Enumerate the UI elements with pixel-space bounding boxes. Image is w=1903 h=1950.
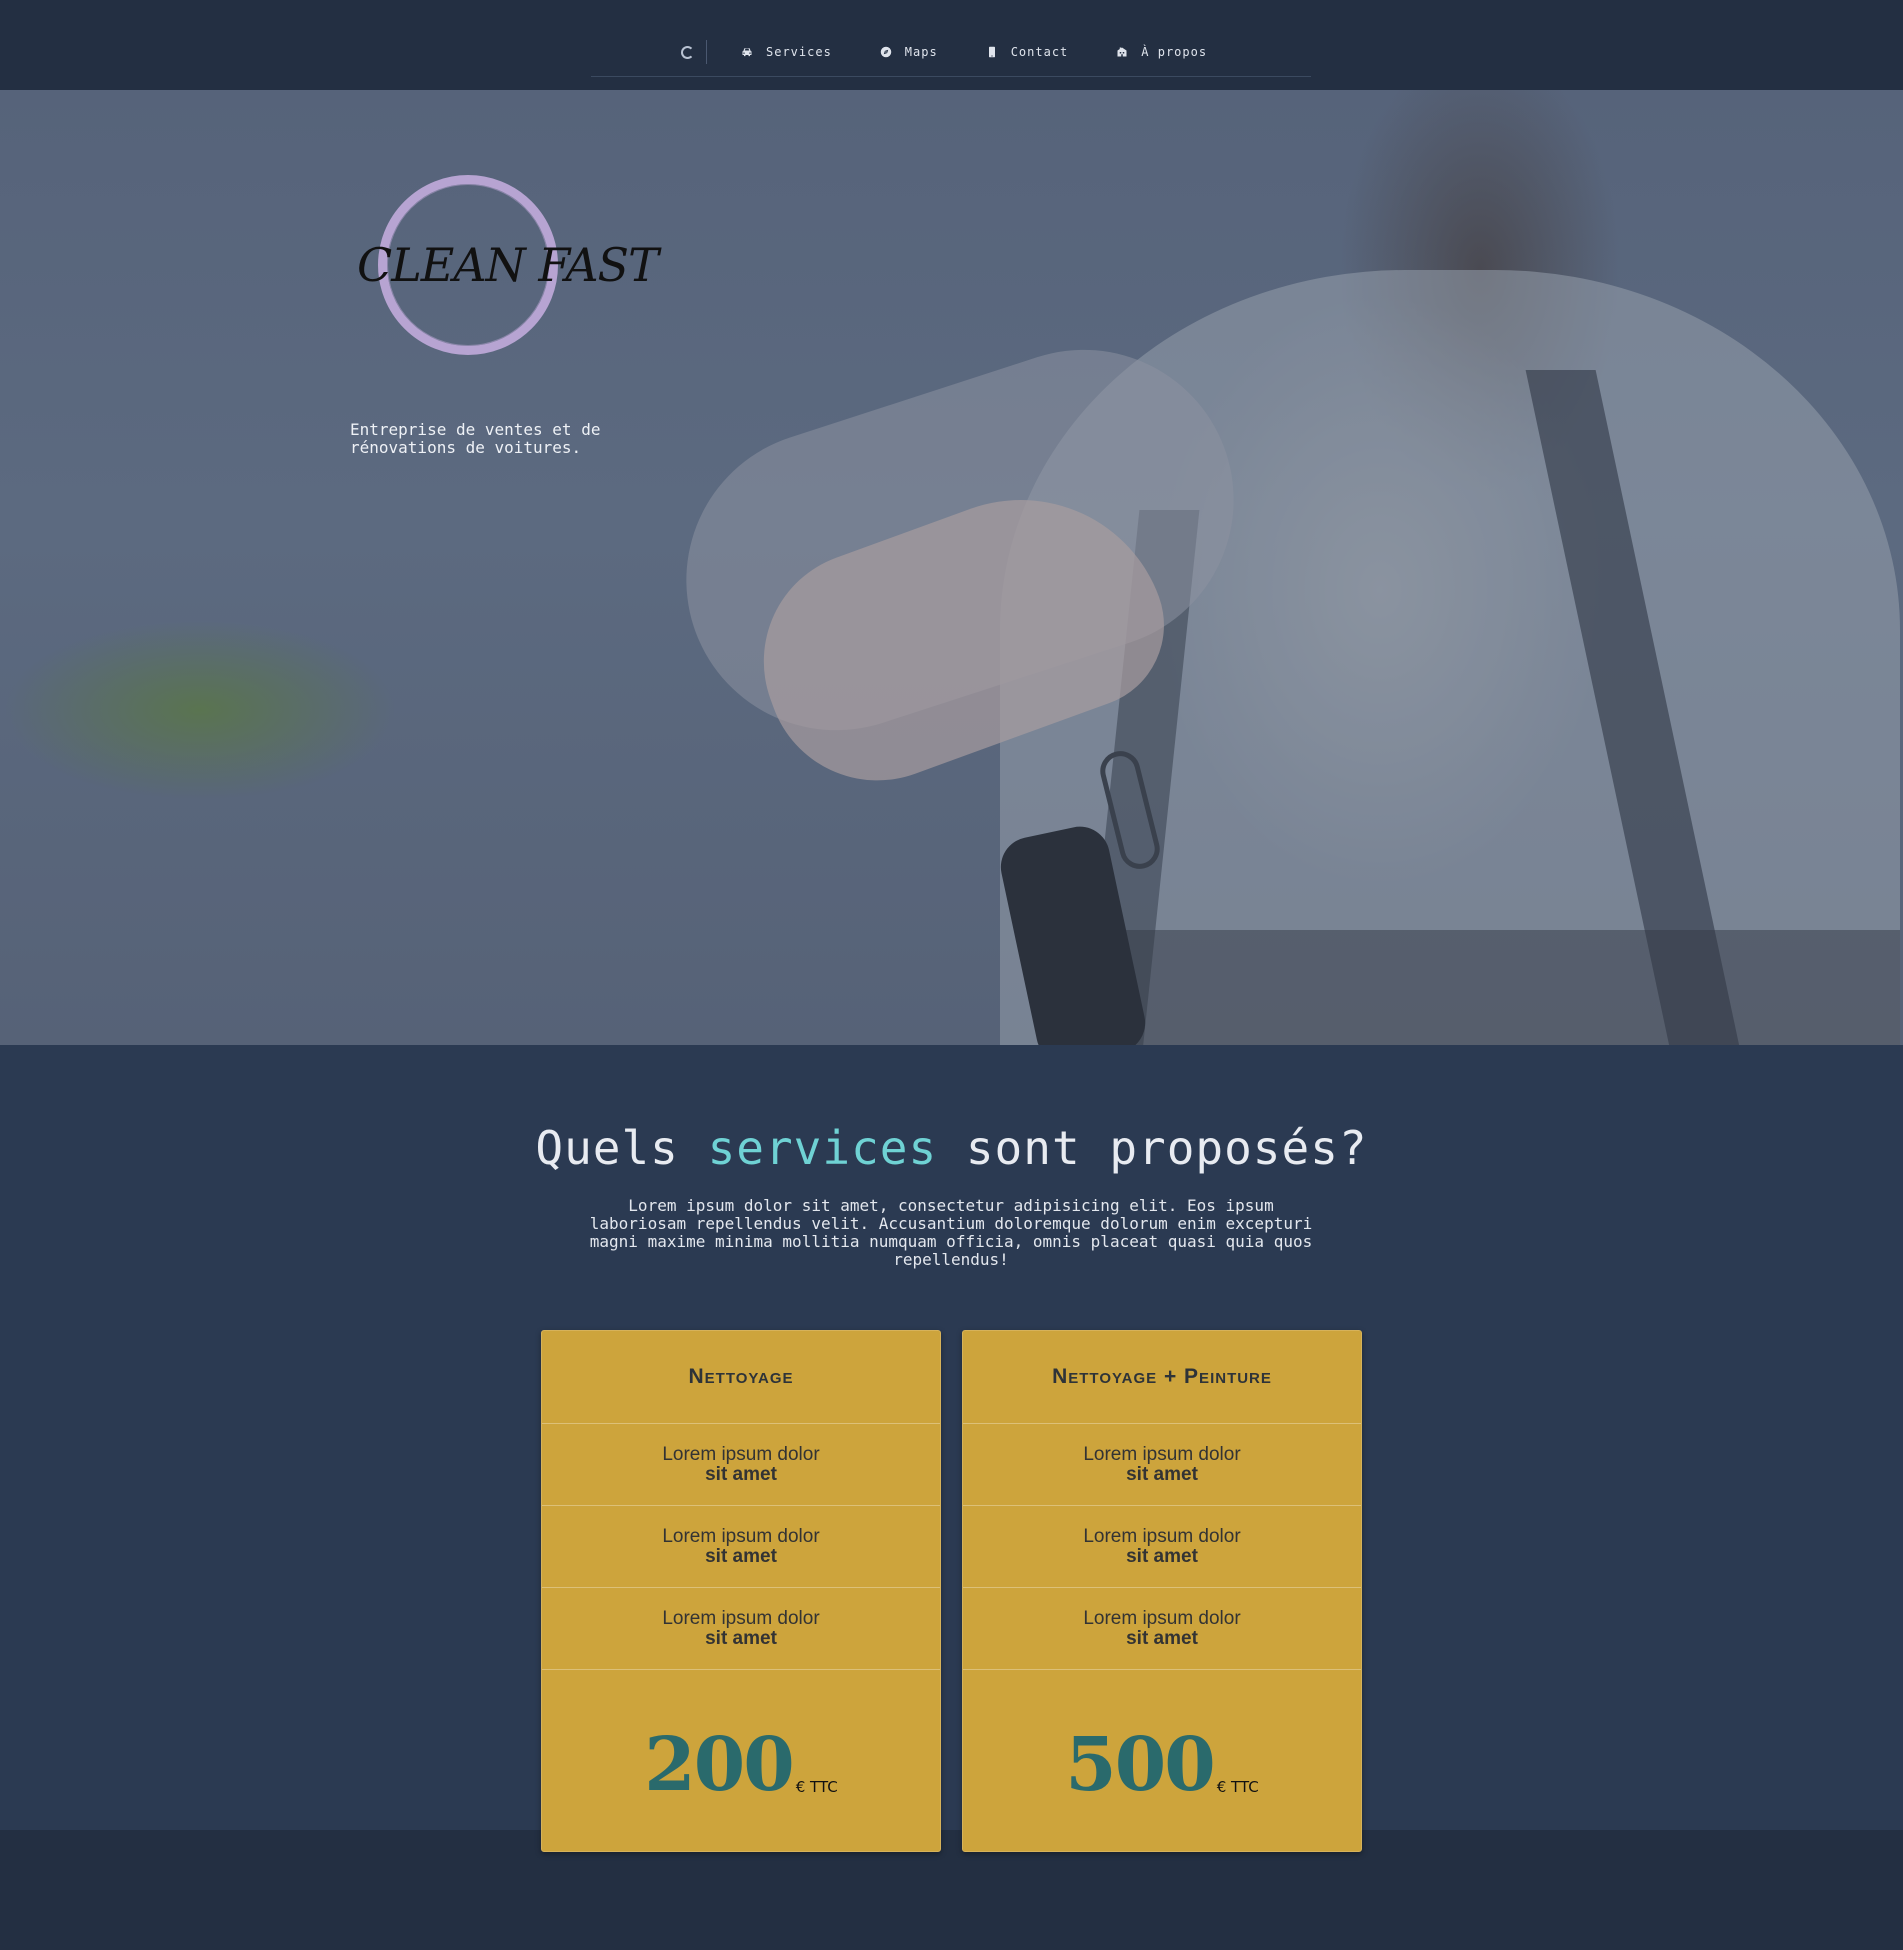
- car-icon: [742, 48, 752, 57]
- feature-line-bold: sit amet: [1126, 1545, 1198, 1567]
- nav-item-contact[interactable]: Contact: [986, 34, 1069, 70]
- card-price: 500 € TTC: [963, 1670, 1361, 1850]
- card-feature: Lorem ipsum dolor sit amet: [542, 1424, 940, 1506]
- services-intro: Lorem ipsum dolor sit amet, consectetur …: [589, 1196, 1313, 1269]
- feature-line-bold: sit amet: [705, 1545, 777, 1567]
- feature-line-bold: sit amet: [1126, 1627, 1198, 1649]
- heading-part: sont proposés?: [965, 1121, 1368, 1175]
- hero-photo-shadow: [1100, 930, 1900, 1045]
- building-icon: [1117, 47, 1127, 57]
- nav-bar: Services Maps Contact À propos: [591, 40, 1311, 77]
- hero-tagline: Entreprise de ventes et de rénovations d…: [350, 420, 601, 457]
- feature-line: Lorem ipsum dolor: [1083, 1525, 1241, 1547]
- pricing-cards: Nettoyage Lorem ipsum dolor sit amet Lore…: [541, 1330, 1363, 1852]
- top-navigation: Services Maps Contact À propos: [0, 0, 1903, 90]
- price-unit: € TTC: [1216, 1778, 1259, 1796]
- feature-line: Lorem ipsum dolor: [662, 1607, 820, 1629]
- brand-logo: CLEAN FAST: [352, 175, 659, 375]
- nav-item-label: Maps: [904, 45, 938, 59]
- card-title: Nettoyage: [542, 1331, 940, 1424]
- services-heading: Quels services sont proposés?: [0, 1121, 1903, 1175]
- nav-item-maps[interactable]: Maps: [880, 34, 938, 70]
- nav-logo[interactable]: [681, 40, 707, 64]
- nav-item-label: Contact: [1010, 45, 1069, 59]
- card-feature: Lorem ipsum dolor sit amet: [542, 1588, 940, 1670]
- feature-line-bold: sit amet: [705, 1627, 777, 1649]
- compass-icon: [880, 46, 892, 58]
- feature-line: Lorem ipsum dolor: [1083, 1607, 1241, 1629]
- card-title: Nettoyage + Peinture: [963, 1331, 1361, 1424]
- card-feature: Lorem ipsum dolor sit amet: [542, 1506, 940, 1588]
- card-price: 200 € TTC: [542, 1670, 940, 1850]
- price-amount: 200: [644, 1722, 794, 1808]
- feature-line: Lorem ipsum dolor: [662, 1525, 820, 1547]
- pricing-card: Nettoyage Lorem ipsum dolor sit amet Lore…: [541, 1330, 941, 1852]
- pricing-card: Nettoyage + Peinture Lorem ipsum dolor si…: [962, 1330, 1362, 1852]
- feature-line: Lorem ipsum dolor: [662, 1443, 820, 1465]
- heading-accent: services: [707, 1121, 938, 1175]
- price-unit: € TTC: [795, 1778, 838, 1796]
- heading-part: Quels: [535, 1121, 679, 1175]
- nav-item-label: Services: [766, 45, 832, 59]
- feature-line-bold: sit amet: [705, 1463, 777, 1485]
- card-feature: Lorem ipsum dolor sit amet: [963, 1588, 1361, 1670]
- card-feature: Lorem ipsum dolor sit amet: [963, 1506, 1361, 1588]
- phone-icon: [988, 46, 995, 58]
- feature-line: Lorem ipsum dolor: [1083, 1443, 1241, 1465]
- feature-line-bold: sit amet: [1126, 1463, 1198, 1485]
- nav-item-services[interactable]: Services: [741, 34, 832, 70]
- hero-section: CLEAN FAST Entreprise de ventes et de ré…: [0, 90, 1903, 1045]
- nav-item-about[interactable]: À propos: [1116, 34, 1207, 70]
- logo-ring-icon: [681, 45, 694, 59]
- card-feature: Lorem ipsum dolor sit amet: [963, 1424, 1361, 1506]
- price-amount: 500: [1065, 1722, 1215, 1808]
- logo-text: CLEAN FAST: [357, 238, 659, 292]
- nav-item-label: À propos: [1141, 45, 1208, 59]
